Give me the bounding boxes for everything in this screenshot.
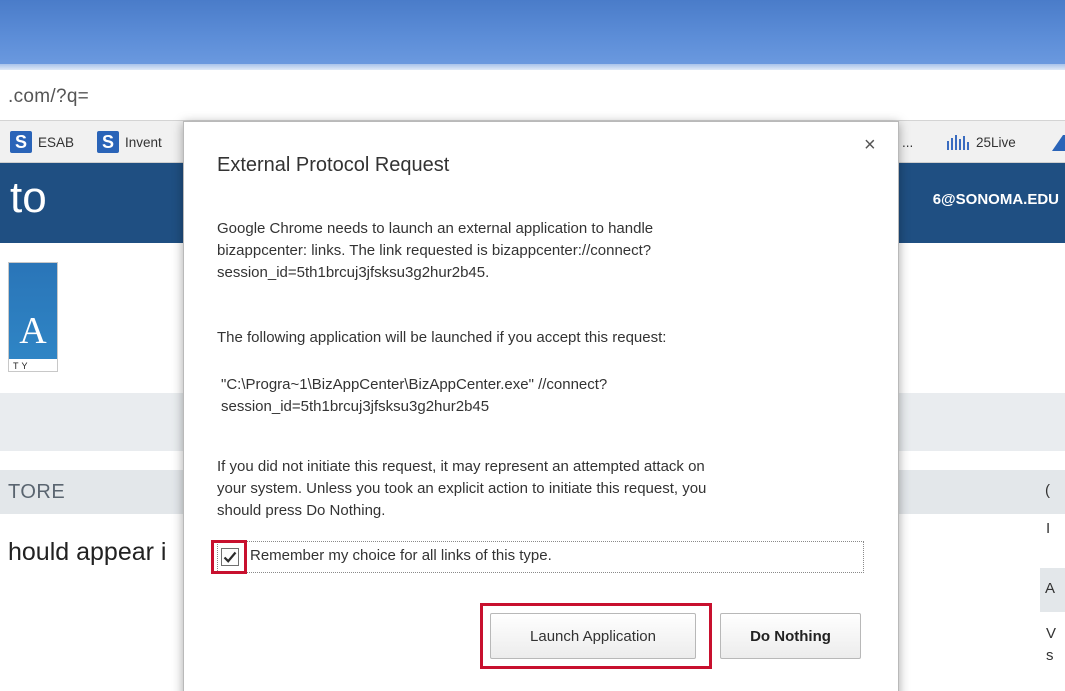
bookmark-overflow[interactable]: ... [902,129,913,155]
remember-checkbox[interactable] [221,548,239,566]
dialog-message-line: session_id=5th1brcuj3jfsksu3g2hur2b45. [217,264,490,281]
dialog-command-line: "C:\Progra~1\BizAppCenter\BizAppCenter.e… [221,376,608,393]
external-protocol-dialog: External Protocol Request × Google Chrom… [183,121,899,691]
dialog-application-command: "C:\Progra~1\BizAppCenter\BizAppCenter.e… [221,374,881,418]
remember-choice-row[interactable]: Remember my choice for all links of this… [211,540,864,574]
dialog-message-line: bizappcenter: links. The link requested … [217,242,652,259]
dialog-warning: If you did not initiate this request, it… [217,456,877,522]
s-icon: S [97,131,119,153]
dialog-command-line: session_id=5th1brcuj3jfsksu3g2hur2b45 [221,398,490,415]
right-panel-text: s [1046,647,1054,664]
browser-title-bar [0,0,1065,70]
site-body-text: hould appear i [8,538,167,566]
logo-letter: A [19,310,47,352]
bookmark-label: ESAB [38,134,75,150]
dialog-warning-line: should press Do Nothing. [217,502,386,519]
right-panel-box: A [1040,568,1065,612]
logo-subtext: TY [13,361,31,371]
s-icon: S [10,131,32,153]
bookmark-invent[interactable]: S Invent [97,129,162,155]
bookmark-partial-icon[interactable] [1050,131,1065,153]
remember-label[interactable]: Remember my choice for all links of this… [250,547,552,564]
store-label: TORE [8,481,66,503]
right-panel-text: ( [1045,482,1050,499]
address-bar[interactable]: .com/?q= [0,76,1065,121]
dialog-warning-line: If you did not initiate this request, it… [217,458,705,475]
dialog-warning-line: your system. Unless you took an explicit… [217,480,707,497]
dialog-message-line: Google Chrome needs to launch an externa… [217,220,654,237]
bookmark-label: Invent [125,134,162,150]
launch-application-button[interactable]: Launch Application [490,613,696,659]
right-panel-box: ( [1040,470,1065,514]
bookmark-25live[interactable]: 25Live [946,129,1016,155]
site-brand[interactable]: to [10,173,47,223]
25live-icon [946,133,970,151]
logo-mark: A [9,263,57,359]
right-panel-link[interactable]: V [1046,625,1056,642]
close-icon[interactable]: × [864,135,876,155]
right-panel-text: I [1046,520,1051,537]
right-panel-text: A [1045,580,1056,597]
url-text[interactable]: .com/?q= [8,86,89,108]
checkmark-icon [223,551,237,563]
do-nothing-button[interactable]: Do Nothing [720,613,861,659]
bookmark-label: ... [902,134,914,150]
dialog-message: Google Chrome needs to launch an externa… [217,218,877,284]
site-logo[interactable]: A TY [8,262,58,372]
bookmark-label: 25Live [976,134,1016,150]
dialog-application-intro: The following application will be launch… [217,329,667,346]
bookmark-esab[interactable]: S ESAB [10,129,74,155]
dialog-title: External Protocol Request [217,154,450,176]
user-email[interactable]: 6@SONOMA.EDU [933,191,1059,208]
